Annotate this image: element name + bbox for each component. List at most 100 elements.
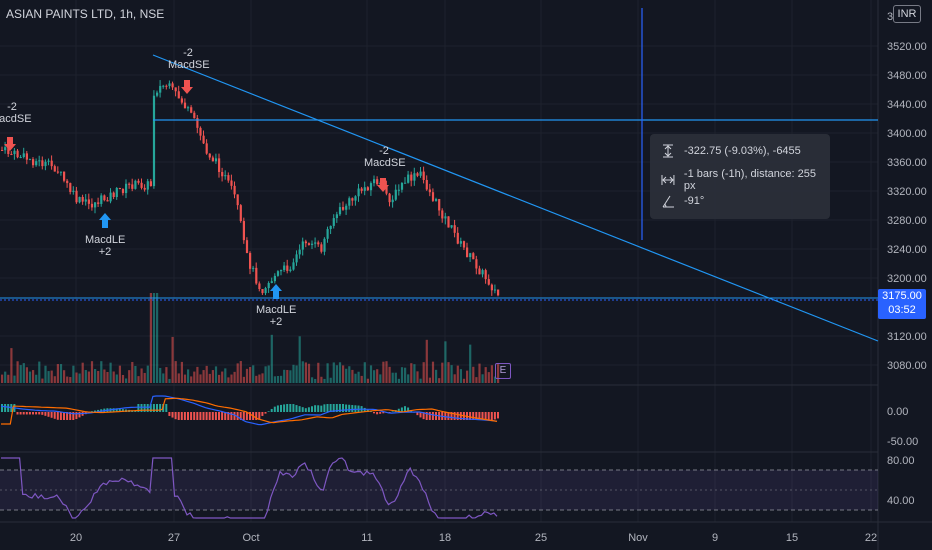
candle-body [245, 240, 249, 254]
volume-bar [32, 370, 35, 383]
candle-body [56, 171, 59, 173]
volume-bar [7, 374, 10, 383]
price-axis-label: 3520.00 [887, 41, 927, 53]
macd-hist-bar [171, 412, 174, 418]
candle-body [140, 182, 143, 188]
macd-hist-bar [376, 412, 379, 415]
candle-body [177, 91, 180, 99]
chart-canvas[interactable]: 3520.00 3480.00 3440.00 3400.00 3360.00 3320.… [0, 0, 932, 550]
candle-body [441, 210, 444, 219]
candle-body [252, 267, 255, 269]
macd-hist-bar [304, 408, 307, 412]
candle-body [351, 198, 354, 201]
macd-hist-bar [218, 412, 220, 420]
macd-hist-bar [345, 404, 348, 412]
volume-bar [236, 363, 239, 383]
symbol-title[interactable]: ASIAN PAINTS LTD, 1h, NSE [6, 7, 164, 21]
macd-hist-bar [428, 412, 431, 420]
time-axis-label: 22 [865, 532, 877, 544]
volume-bar [69, 377, 72, 383]
volume-bar [342, 365, 345, 383]
volume-bar [317, 362, 320, 383]
volume-bar [428, 377, 431, 383]
volume-bar [410, 363, 413, 383]
volume-bar [385, 361, 388, 383]
volume-bar [351, 369, 354, 383]
volume-bar [270, 334, 273, 383]
candle-body [369, 183, 373, 191]
volume-bar [63, 370, 66, 383]
volume-bar [348, 366, 351, 383]
candle-body [13, 150, 16, 155]
volume-bar [202, 370, 205, 383]
sell-arrow-icon [181, 80, 193, 94]
volume-bar [75, 372, 78, 383]
time-axis-label: 27 [168, 532, 180, 544]
candle-body [69, 183, 72, 192]
macd-hist-bar [32, 412, 34, 415]
volume-bar [388, 366, 391, 383]
candle-body [497, 289, 500, 296]
candle-body [180, 98, 183, 103]
macd-hist-bar [193, 412, 196, 420]
macd-hist-bar [19, 412, 22, 415]
candle-body [487, 279, 490, 285]
time-axis-label: Nov [628, 532, 648, 544]
volume-bar [137, 376, 140, 383]
macd-hist-bar [311, 406, 313, 412]
candle-body [199, 127, 202, 136]
volume-bar [425, 339, 428, 383]
macd-hist-bar [431, 412, 434, 420]
earnings-badge[interactable]: E [495, 363, 511, 379]
volume-bar [264, 366, 267, 383]
volume-bar [149, 293, 152, 383]
candle-body [165, 85, 168, 87]
macd-hist-bar [298, 406, 301, 412]
volume-bar [369, 365, 373, 383]
macd-hist-bar [326, 404, 329, 412]
candle-body [174, 87, 177, 92]
volume-bar [354, 373, 357, 383]
candle-body [66, 180, 69, 184]
candle-body [53, 166, 56, 172]
candle-body [490, 284, 493, 291]
candle-body [404, 182, 407, 184]
candle-body [205, 143, 208, 154]
volume-bar [131, 361, 134, 383]
volume-bar [245, 368, 249, 383]
measure-price-change: -322.75 (-9.03%), -6455 [684, 145, 801, 157]
time-axis: 20 27 Oct 11 18 25 Nov 9 15 22 [70, 532, 877, 544]
volume-bar [286, 369, 289, 383]
currency-badge[interactable]: INR [893, 5, 921, 23]
volume-bar [304, 362, 307, 383]
candle-body [462, 241, 466, 248]
candle-body [87, 199, 90, 204]
rsi-axis-label: 40.00 [887, 495, 915, 507]
volume-bar [90, 361, 94, 383]
candle-body [394, 189, 397, 200]
macd-hist-bar [475, 412, 478, 420]
macd-hist-bar [180, 412, 183, 420]
macd-hist-bar [56, 412, 59, 420]
candle-body [10, 153, 13, 155]
volume-bar [413, 364, 416, 383]
time-axis-label: 25 [535, 532, 547, 544]
macd-hist-bar [53, 412, 56, 419]
candle-body [314, 242, 317, 244]
candle-body [22, 153, 25, 158]
macd-hist-bar [199, 412, 202, 420]
candle-body [208, 153, 211, 158]
candle-body [493, 289, 497, 291]
volume-bar [112, 371, 115, 383]
price-axis-label: 3440.00 [887, 99, 927, 111]
candle-body [63, 171, 66, 181]
macd-hist-bar [273, 406, 276, 412]
volume-bar [323, 378, 326, 383]
measure-tooltip: -322.75 (-9.03%), -6455 -1 bars (-1h), d… [650, 134, 830, 219]
candle-body [156, 92, 159, 96]
candle-body [469, 253, 472, 258]
macd-hist-bar [174, 412, 177, 420]
macd-hist-bar [317, 405, 320, 412]
volume-bar [397, 378, 400, 383]
price-axis-label: 3360.00 [887, 157, 927, 169]
